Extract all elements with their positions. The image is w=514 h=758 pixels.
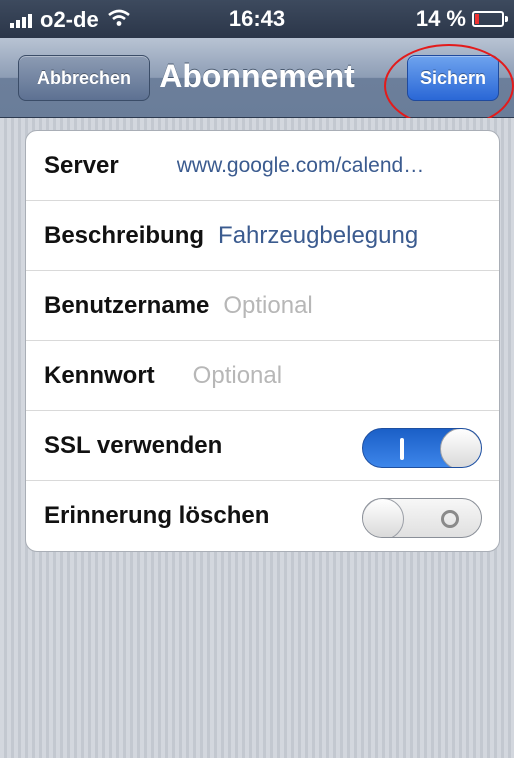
battery-icon: [472, 11, 508, 27]
toggle-on-icon: [400, 438, 404, 460]
status-right: 14 %: [415, 6, 508, 32]
status-bar: o2-de 16:43 14 %: [0, 0, 514, 38]
delete-reminders-row: Erinnerung löschen: [26, 481, 499, 551]
description-field[interactable]: Fahrzeugbelegung: [218, 222, 418, 250]
description-row[interactable]: Beschreibung Fahrzeugbelegung: [26, 201, 499, 271]
password-label: Kennwort: [44, 361, 155, 389]
server-field[interactable]: www.google.com/calend…: [177, 154, 424, 178]
delete-reminders-toggle[interactable]: [362, 498, 482, 538]
battery-percent: 14 %: [415, 6, 466, 31]
ssl-label: SSL verwenden: [44, 431, 223, 459]
ssl-toggle[interactable]: [362, 428, 482, 468]
username-field[interactable]: Optional: [223, 292, 312, 320]
toggle-off-icon: [441, 510, 459, 528]
server-row[interactable]: Server www.google.com/calend…: [26, 131, 499, 201]
delete-reminders-label: Erinnerung löschen: [44, 502, 270, 529]
password-field[interactable]: Optional: [193, 362, 282, 390]
password-row[interactable]: Kennwort Optional: [26, 341, 499, 411]
annotation-circle: [384, 44, 514, 128]
description-label: Beschreibung: [44, 221, 205, 249]
subscription-form: Server www.google.com/calend… Beschreibu…: [25, 130, 500, 552]
username-label: Benutzername: [44, 291, 210, 319]
toggle-knob: [363, 499, 404, 537]
toggle-knob: [440, 429, 481, 467]
username-row[interactable]: Benutzername Optional: [26, 271, 499, 341]
server-label: Server: [44, 151, 119, 179]
ssl-row: SSL verwenden: [26, 411, 499, 481]
content-area: Server www.google.com/calend… Beschreibu…: [0, 118, 514, 758]
